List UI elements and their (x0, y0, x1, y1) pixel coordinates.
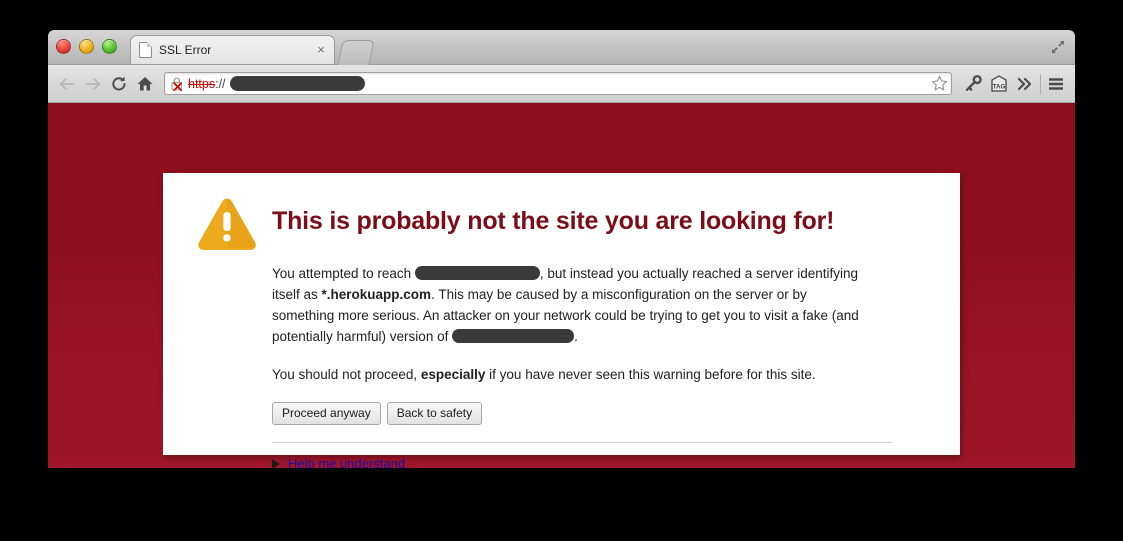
tab-ssl-error[interactable]: SSL Error × (130, 35, 335, 64)
fullscreen-arrows-icon[interactable] (1048, 37, 1068, 57)
home-button[interactable] (132, 71, 158, 97)
broken-lock-red-x-icon[interactable] (169, 76, 185, 92)
warning-body: You attempted to reach , but instead you… (272, 263, 922, 468)
url-scheme: https (188, 76, 216, 91)
warning-triangle-icon (196, 195, 258, 251)
ssl-interstitial-page: This is probably not the site you are lo… (48, 103, 1075, 468)
server-identity: *.herokuapp.com (321, 287, 432, 302)
reload-button[interactable] (106, 71, 132, 97)
action-buttons: Proceed anyway Back to safety (272, 402, 922, 426)
disclosure-triangle-right-icon[interactable] (272, 458, 280, 468)
proceed-anyway-button[interactable]: Proceed anyway (272, 402, 381, 426)
paragraph1-part1: You attempted to reach (272, 266, 415, 281)
close-icon[interactable]: × (314, 43, 328, 57)
redacted-hostname-2 (452, 329, 575, 343)
section-divider (272, 442, 892, 444)
window-controls (56, 39, 117, 54)
hamburger-menu-icon[interactable] (1043, 71, 1069, 97)
toolbar-divider (1040, 73, 1041, 94)
address-bar[interactable]: https:// (164, 72, 952, 95)
chevron-double-right-icon[interactable] (1012, 71, 1038, 97)
page-title: This is probably not the site you are lo… (272, 207, 835, 235)
tab-title: SSL Error (159, 43, 212, 57)
help-me-understand-link[interactable]: Help me understand (288, 456, 405, 468)
paragraph1-part4: . (574, 329, 578, 344)
url-scheme-separator: :// (215, 76, 226, 91)
window-minimize-button[interactable] (79, 39, 94, 54)
forward-button[interactable] (80, 71, 106, 97)
browser-window: SSL Error × https:// TAG This is probab… (48, 30, 1075, 468)
back-to-safety-button[interactable]: Back to safety (386, 402, 483, 426)
tab-strip: SSL Error × (48, 30, 1075, 65)
browser-toolbar: https:// TAG (48, 65, 1075, 103)
warning-card: This is probably not the site you are lo… (163, 173, 960, 468)
warning-paragraph-1: You attempted to reach , but instead you… (272, 263, 872, 347)
window-close-button[interactable] (56, 39, 71, 54)
paragraph2-emphasis: especially (420, 367, 486, 382)
page-document-icon (139, 42, 152, 58)
url-host-redacted (229, 76, 365, 91)
window-zoom-button[interactable] (102, 39, 117, 54)
paragraph2-part2: if you have never seen this warning befo… (485, 367, 816, 382)
bookmark-star-icon[interactable] (930, 74, 949, 93)
warning-header: This is probably not the site you are lo… (196, 195, 922, 251)
redacted-hostname-1 (414, 266, 540, 280)
help-section: Help me understand (272, 456, 922, 468)
svg-text:TAG: TAG (993, 83, 1006, 90)
paragraph2-part1: You should not proceed, (272, 367, 421, 382)
key-icon[interactable] (960, 71, 986, 97)
back-button[interactable] (54, 71, 80, 97)
tag-icon[interactable]: TAG (986, 71, 1012, 97)
warning-paragraph-2: You should not proceed, especially if yo… (272, 364, 872, 385)
new-tab-button[interactable] (337, 40, 375, 65)
